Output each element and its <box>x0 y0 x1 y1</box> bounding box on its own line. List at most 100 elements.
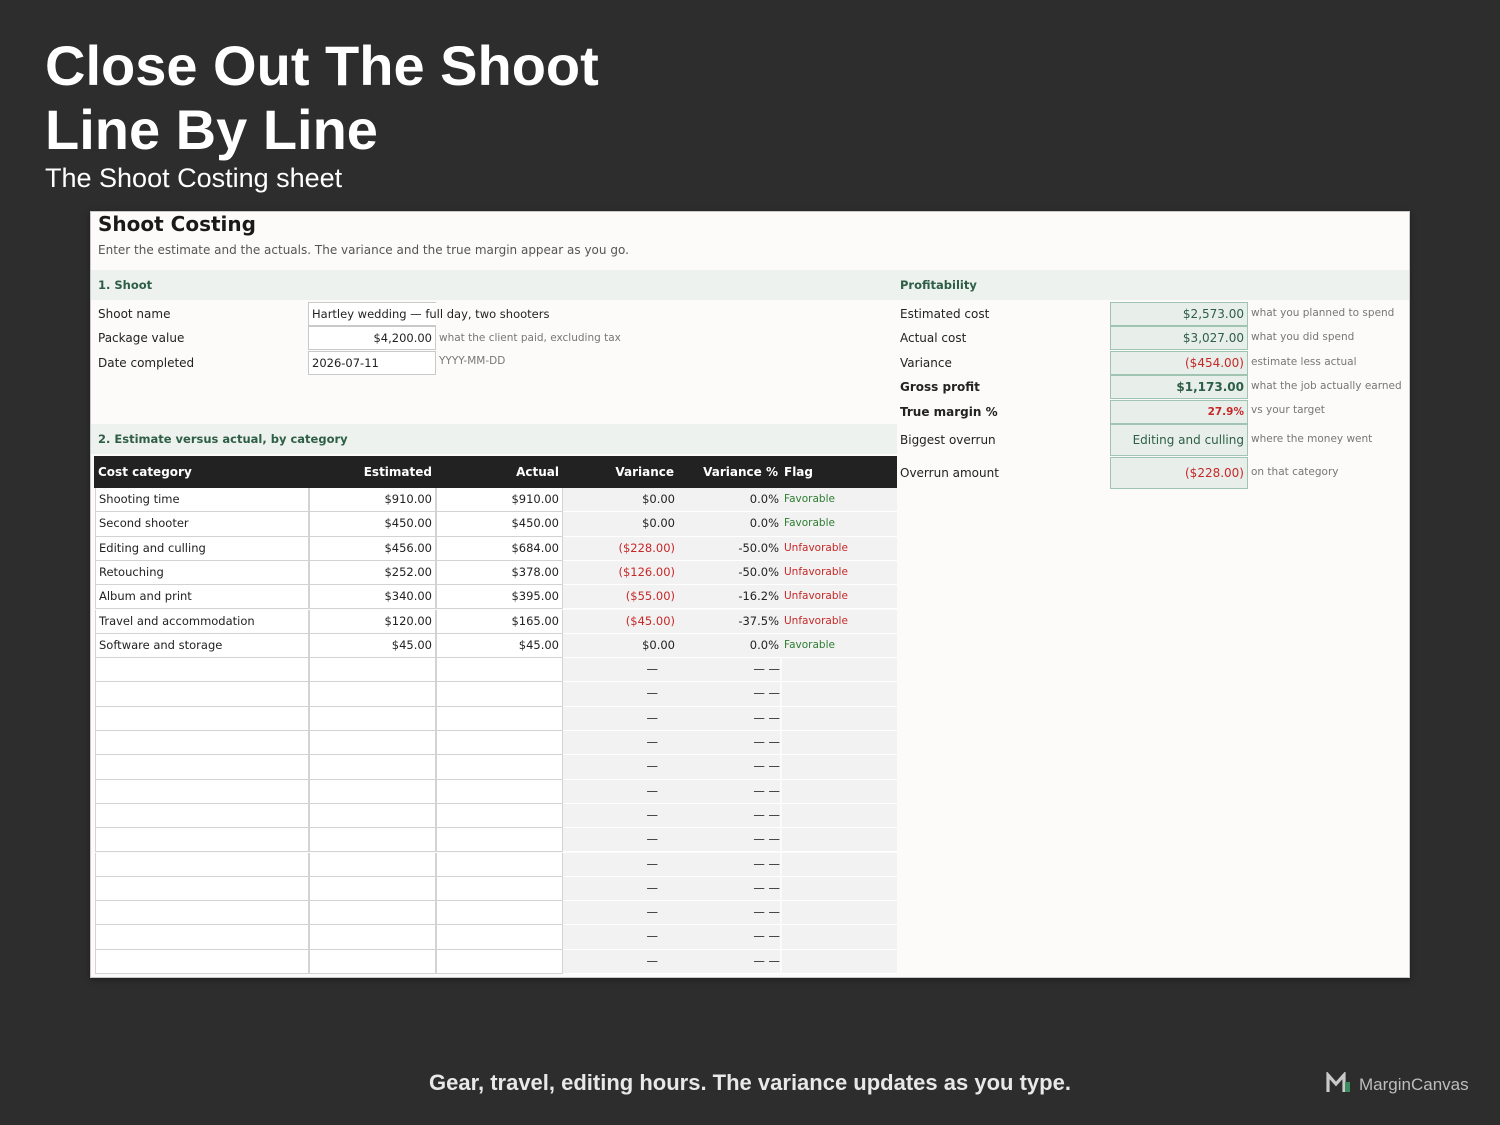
cell-category[interactable]: Editing and culling <box>95 536 309 561</box>
hero-subtitle: The Shoot Costing sheet <box>45 163 343 193</box>
cell-actual[interactable] <box>436 658 563 683</box>
cell-category[interactable]: Shooting time <box>95 488 309 513</box>
table-row: — — — <box>94 658 897 683</box>
cell-estimated[interactable] <box>309 901 436 926</box>
cell-variance: — <box>563 828 678 853</box>
cell-category[interactable] <box>95 779 309 804</box>
cell-category[interactable] <box>95 852 309 877</box>
cell-category[interactable] <box>95 925 309 950</box>
cell-flag <box>782 803 897 829</box>
hero-title-line1: Close Out The Shoot <box>45 34 599 97</box>
cell-actual[interactable] <box>436 828 563 853</box>
cell-pct: -16.2% <box>678 585 782 610</box>
cell-actual[interactable]: $395.00 <box>436 585 563 610</box>
cell-actual[interactable]: $165.00 <box>436 609 563 634</box>
cell-category[interactable] <box>95 803 309 829</box>
cell-estimated[interactable] <box>309 706 436 731</box>
profit-hint-actual-cost: what you did spend <box>1251 331 1355 343</box>
cell-actual[interactable] <box>436 925 563 950</box>
cell-pct: — — <box>678 828 780 853</box>
cell-category[interactable] <box>95 828 309 853</box>
profit-hint-overrun-amount: on that category <box>1251 466 1339 478</box>
cell-category[interactable]: Travel and accommodation <box>95 609 309 634</box>
cell-category[interactable] <box>95 949 309 974</box>
cell-actual[interactable] <box>436 803 563 829</box>
cell-estimated[interactable]: $340.00 <box>309 585 436 610</box>
cell-actual[interactable]: $684.00 <box>436 536 563 561</box>
profit-label-estimated-cost: Estimated cost <box>900 307 990 321</box>
package-value-input[interactable]: $4,200.00 <box>308 326 436 350</box>
cell-estimated[interactable]: $120.00 <box>309 609 436 634</box>
cell-category[interactable] <box>95 682 309 707</box>
shoot-name-input[interactable]: Hartley wedding — full day, two shooters <box>308 302 549 326</box>
col-header-estimated: Estimated <box>363 465 432 479</box>
cell-estimated[interactable] <box>309 803 436 829</box>
cell-variance: $0.00 <box>563 488 678 513</box>
table-row: — — — <box>94 828 897 853</box>
profit-label-gross-profit: Gross profit <box>900 380 980 394</box>
profit-label-actual-cost: Actual cost <box>900 331 967 345</box>
cell-estimated[interactable] <box>309 828 436 853</box>
cell-actual[interactable] <box>436 706 563 731</box>
cell-actual[interactable] <box>436 949 563 974</box>
cell-pct: -50.0% <box>678 560 782 586</box>
cell-estimated[interactable] <box>309 876 436 902</box>
cell-pct: — — <box>678 658 780 683</box>
cell-estimated[interactable] <box>309 682 436 707</box>
cell-category[interactable] <box>95 876 309 902</box>
table-row: — — — <box>94 925 897 950</box>
cell-actual[interactable] <box>436 779 563 804</box>
cell-estimated[interactable]: $252.00 <box>309 560 436 586</box>
cell-estimated[interactable] <box>309 755 436 780</box>
cell-actual[interactable]: $378.00 <box>436 560 563 586</box>
cell-estimated[interactable]: $450.00 <box>309 512 436 537</box>
cell-variance: $0.00 <box>563 512 678 537</box>
cell-actual[interactable] <box>436 682 563 707</box>
cell-category[interactable]: Retouching <box>95 560 309 586</box>
cell-category[interactable] <box>95 901 309 926</box>
table-row: Software and storage $45.00 $45.00 $0.00 0.0… <box>94 633 897 659</box>
table-row: Editing and culling $456.00 $684.00 ($228.0… <box>94 536 897 561</box>
cell-category[interactable]: Album and print <box>95 585 309 610</box>
cell-flag <box>782 779 897 804</box>
cell-actual[interactable] <box>436 901 563 926</box>
cell-category[interactable]: Second shooter <box>95 512 309 537</box>
table-row: — — — <box>94 852 897 877</box>
cell-variance: — <box>563 755 678 780</box>
cell-category[interactable] <box>95 731 309 756</box>
cell-pct: — — <box>678 682 780 707</box>
cell-category[interactable] <box>95 755 309 780</box>
cell-category[interactable] <box>95 658 309 683</box>
package-value-hint: what the client paid, excluding tax <box>439 332 621 344</box>
cell-estimated[interactable]: $456.00 <box>309 536 436 561</box>
cell-actual[interactable] <box>436 755 563 780</box>
cell-flag <box>782 658 897 683</box>
cell-estimated[interactable] <box>309 658 436 683</box>
field-label-shoot-name: Shoot name <box>98 307 171 321</box>
date-completed-input[interactable]: 2026-07-11 <box>308 351 436 375</box>
cell-actual[interactable]: $450.00 <box>436 512 563 537</box>
cell-category[interactable] <box>95 706 309 731</box>
cell-actual[interactable] <box>436 731 563 756</box>
cell-estimated[interactable]: $910.00 <box>309 488 436 513</box>
cell-estimated[interactable] <box>309 731 436 756</box>
cell-actual[interactable] <box>436 876 563 902</box>
profit-hint-true-margin: vs your target <box>1251 404 1325 416</box>
profit-value-actual-cost: $3,027.00 <box>1110 326 1248 350</box>
cell-estimated[interactable] <box>309 925 436 950</box>
cell-estimated[interactable]: $45.00 <box>309 633 436 659</box>
cell-actual[interactable]: $910.00 <box>436 488 563 513</box>
hero-title: Close Out The Shoot Line By Line <box>45 34 599 162</box>
table-row: — — — <box>94 706 897 731</box>
brand-name: MarginCanvas <box>1359 1075 1469 1094</box>
cell-actual[interactable]: $45.00 <box>436 633 563 659</box>
cell-estimated[interactable] <box>309 779 436 804</box>
cell-estimated[interactable] <box>309 852 436 877</box>
cell-flag: Unfavorable <box>782 536 897 561</box>
cell-actual[interactable] <box>436 852 563 877</box>
cell-variance: ($228.00) <box>563 536 678 561</box>
table-row: — — — <box>94 901 897 926</box>
cell-category[interactable]: Software and storage <box>95 633 309 659</box>
cell-estimated[interactable] <box>309 949 436 974</box>
cell-variance: — <box>563 876 678 902</box>
